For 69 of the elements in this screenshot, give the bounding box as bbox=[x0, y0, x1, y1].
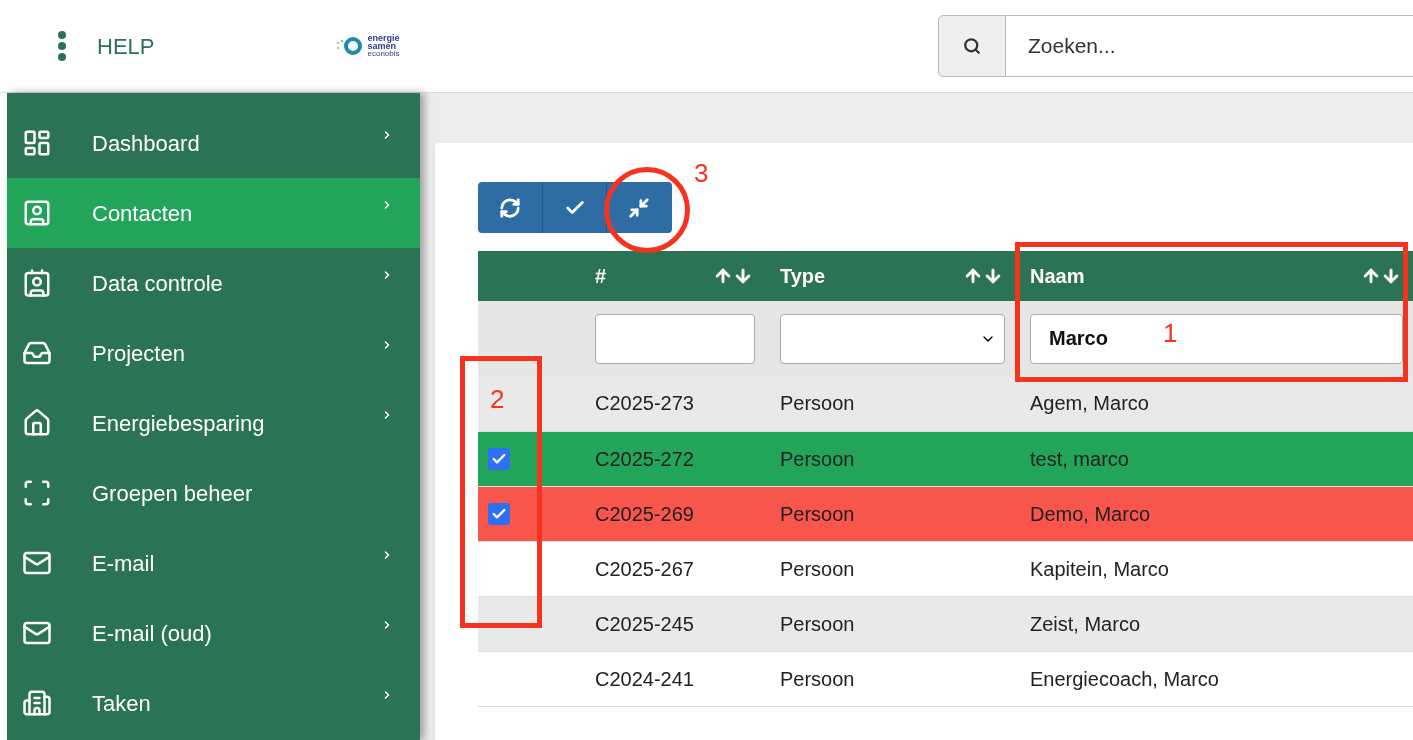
contact-card-icon bbox=[22, 198, 52, 228]
search-button[interactable] bbox=[938, 15, 1006, 77]
column-header[interactable]: # bbox=[580, 251, 765, 301]
sort-icon[interactable] bbox=[963, 266, 1003, 286]
table-cell: Demo, Marco bbox=[1015, 486, 1413, 541]
sidebar-label: Groepen beheer bbox=[92, 479, 254, 508]
logo-text: econobis bbox=[367, 50, 400, 58]
table-cell: Persoon bbox=[765, 596, 1015, 651]
logo-text: samen bbox=[367, 42, 396, 50]
table-row[interactable]: C2024-241 Persoon Energiecoach, Marco bbox=[478, 651, 1413, 706]
sidebar-item[interactable]: Dashboard bbox=[7, 108, 420, 178]
home-icon bbox=[22, 408, 52, 438]
sort-icon[interactable] bbox=[1361, 266, 1401, 286]
table-cell: Persoon bbox=[765, 431, 1015, 486]
table-row[interactable]: C2025-267 Persoon Kapitein, Marco bbox=[478, 541, 1413, 596]
sidebar-item[interactable]: E-mail bbox=[7, 528, 420, 598]
annotation-number: 2 bbox=[490, 386, 505, 412]
column-header[interactable]: Type bbox=[765, 251, 1015, 301]
table-cell: C2025-269 bbox=[580, 486, 765, 541]
table-row[interactable]: C2025-272 Persoon test, marco bbox=[478, 431, 1413, 486]
building-icon bbox=[22, 688, 52, 718]
sidebar-item[interactable]: E-mail (oud) bbox=[7, 598, 420, 668]
table-cell: C2025-273 bbox=[580, 376, 765, 431]
help-link[interactable]: HELP bbox=[97, 29, 155, 63]
table-cell: Persoon bbox=[765, 376, 1015, 431]
row-checkbox[interactable] bbox=[488, 447, 510, 470]
row-checkbox[interactable] bbox=[488, 502, 510, 525]
table-cell: Energiecoach, Marco bbox=[1015, 651, 1413, 706]
table-row[interactable]: C2025-269 Persoon Demo, Marco bbox=[478, 486, 1413, 541]
sidebar-label: Taken bbox=[92, 689, 152, 718]
logo-mark-icon bbox=[334, 35, 365, 57]
sidebar-item[interactable]: Energiebesparing bbox=[7, 388, 420, 458]
sidebar-item[interactable]: Groepen beheer bbox=[7, 458, 420, 528]
sidebar-label: Projecten bbox=[92, 339, 186, 368]
collapse-icon bbox=[627, 196, 650, 219]
filter-field[interactable] bbox=[595, 313, 755, 364]
sidebar-label: E-mail bbox=[92, 549, 156, 578]
frame-icon bbox=[22, 478, 52, 508]
sidebar-label: Data controle bbox=[92, 269, 224, 298]
sidebar-item[interactable]: Contacten bbox=[7, 178, 420, 248]
table-cell: Kapitein, Marco bbox=[1015, 541, 1413, 596]
contact-card-icon bbox=[22, 268, 52, 298]
sidebar-label: Dashboard bbox=[92, 129, 201, 158]
table-cell: Persoon bbox=[765, 541, 1015, 596]
annotation-number: 3 bbox=[694, 160, 709, 186]
table-cell: Agem, Marco bbox=[1015, 376, 1413, 431]
table-cell: test, marco bbox=[1015, 431, 1413, 486]
logo-text: energie bbox=[367, 34, 400, 42]
table-cell: C2025-272 bbox=[580, 431, 765, 486]
table-cell: Zeist, Marco bbox=[1015, 596, 1413, 651]
table-cell: C2025-267 bbox=[580, 541, 765, 596]
sidebar-item[interactable]: Projecten bbox=[7, 318, 420, 388]
dashboard-icon bbox=[22, 128, 52, 158]
sidebar-item[interactable]: Taken bbox=[7, 668, 420, 738]
column-header[interactable]: Naam bbox=[1015, 251, 1413, 301]
search-field[interactable]: Zoeken... bbox=[1006, 15, 1413, 77]
table-cell: C2024-241 bbox=[580, 651, 765, 706]
sidebar-item[interactable]: Data controle bbox=[7, 248, 420, 318]
search-icon bbox=[963, 37, 981, 55]
annotation-number: 1 bbox=[1163, 320, 1178, 346]
table-cell: Persoon bbox=[765, 651, 1015, 706]
table-cell: C2025-245 bbox=[580, 596, 765, 651]
sidebar-label: Energiebesparing bbox=[92, 409, 266, 438]
sidebar-label: Contacten bbox=[92, 199, 194, 228]
table-cell: Persoon bbox=[765, 486, 1015, 541]
sidebar-label: E-mail (oud) bbox=[92, 619, 213, 648]
sort-icon[interactable] bbox=[713, 266, 753, 286]
menu-icon[interactable] bbox=[58, 31, 66, 61]
refresh-icon bbox=[499, 196, 521, 219]
